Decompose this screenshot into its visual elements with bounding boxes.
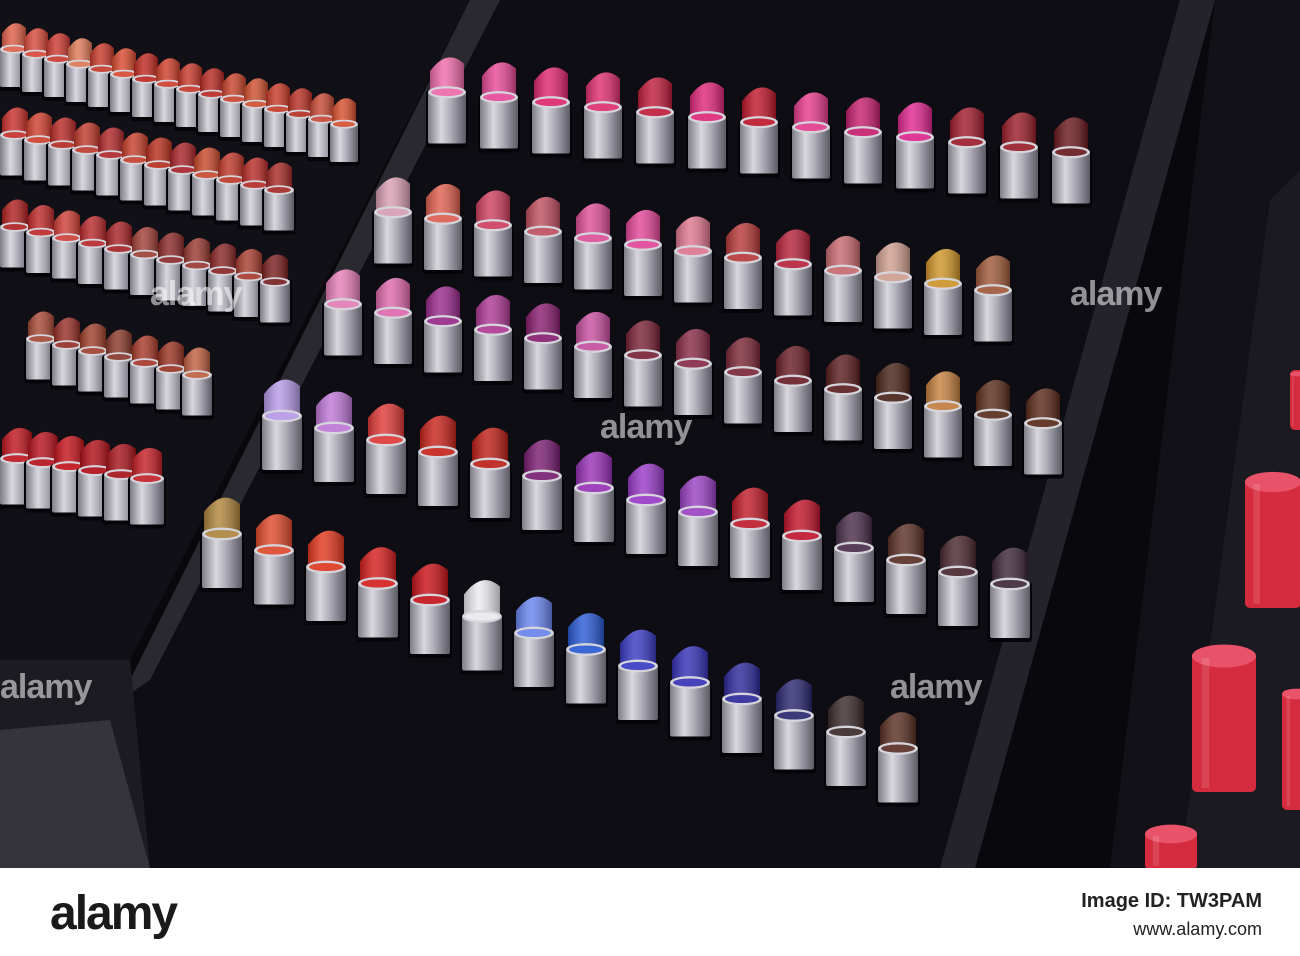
lipstick [634, 77, 676, 168]
lipstick [468, 427, 512, 522]
lipstick [572, 451, 616, 546]
red-lipstick-case [1245, 471, 1300, 608]
lipstick [616, 629, 660, 724]
lipstick [304, 530, 348, 625]
lipstick [312, 391, 356, 486]
lipstick [872, 362, 914, 453]
lipstick [672, 216, 714, 307]
lipstick [422, 286, 464, 377]
lipstick [1050, 117, 1092, 208]
lipstick [936, 535, 980, 630]
lipstick [372, 177, 414, 268]
lipstick [372, 277, 414, 368]
lipstick [200, 497, 244, 592]
lipstick-display-photo: alamy alamy alamy alamy alamy [0, 0, 1300, 868]
lipstick [832, 511, 876, 606]
lipstick [824, 695, 868, 790]
lipstick [408, 563, 452, 658]
lipstick-display-scene [0, 0, 1300, 868]
lipstick [128, 447, 166, 529]
lipstick [972, 379, 1014, 470]
red-lipstick-case [1145, 824, 1197, 868]
lipstick [460, 580, 504, 675]
lipstick [426, 57, 468, 148]
lipstick [894, 102, 936, 193]
lipstick [722, 337, 764, 428]
lipstick [720, 662, 764, 757]
lipstick [512, 596, 556, 691]
lipstick [672, 328, 714, 419]
lipstick [822, 354, 864, 445]
lipstick [624, 463, 668, 558]
lipstick [772, 679, 816, 774]
lipstick [582, 72, 624, 163]
lipstick [738, 87, 780, 178]
lipstick [520, 439, 564, 534]
lipstick [322, 269, 364, 360]
lipstick [328, 98, 360, 166]
lipstick [998, 112, 1040, 203]
alamy-logo: alamy [50, 887, 178, 940]
lipstick [572, 311, 614, 402]
lipstick [260, 379, 304, 474]
lipstick [988, 547, 1032, 642]
red-lipstick-case [1282, 688, 1300, 810]
image-id: Image ID: TW3PAM [1081, 890, 1262, 912]
lipstick [180, 347, 214, 420]
lipstick [728, 487, 772, 582]
lipstick [872, 242, 914, 333]
lipstick [622, 320, 664, 411]
lipstick [772, 345, 814, 436]
stock-footer: alamy Image ID: TW3PAM www.alamy.com [0, 868, 1300, 956]
lipstick [258, 254, 292, 327]
lipstick [522, 303, 564, 394]
lipstick [884, 523, 928, 618]
lipstick [876, 712, 920, 807]
lipstick [564, 613, 608, 708]
lipstick [686, 82, 728, 173]
lipstick [676, 475, 720, 570]
lipstick [472, 294, 514, 385]
lipstick [252, 514, 296, 609]
lipstick [1022, 388, 1064, 479]
lipstick [722, 222, 764, 313]
lipstick [922, 371, 964, 462]
lipstick [946, 107, 988, 198]
red-lipstick-case [1192, 644, 1256, 792]
lipstick [530, 67, 572, 158]
lipstick [668, 646, 712, 741]
lipstick [422, 183, 464, 274]
red-lipstick-case [1290, 370, 1300, 430]
lipstick [790, 92, 832, 183]
lipstick [772, 229, 814, 320]
image-meta: Image ID: TW3PAM www.alamy.com [1081, 890, 1262, 940]
lipstick [922, 248, 964, 339]
lipstick [356, 547, 400, 642]
lipstick [822, 235, 864, 326]
lipstick [416, 415, 460, 510]
lipstick [842, 97, 884, 188]
lipstick [364, 403, 408, 498]
lipstick [478, 62, 520, 153]
lipstick [472, 190, 514, 281]
lipstick [522, 196, 564, 287]
site-url: www.alamy.com [1133, 919, 1262, 939]
lipstick [972, 255, 1014, 346]
lipstick [780, 499, 824, 594]
lipstick [572, 203, 614, 294]
lipstick [622, 209, 664, 300]
lipstick [262, 162, 296, 235]
